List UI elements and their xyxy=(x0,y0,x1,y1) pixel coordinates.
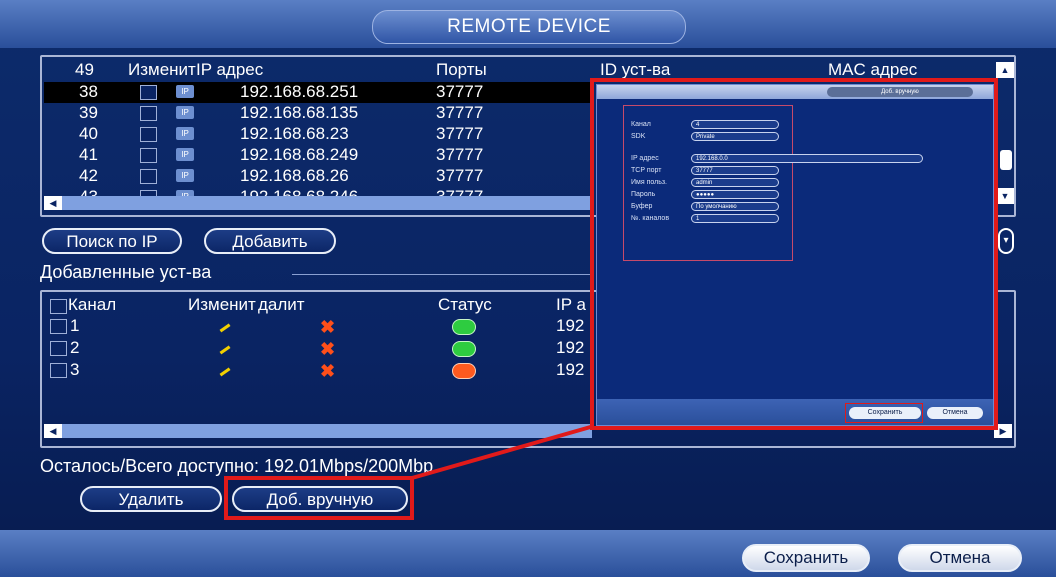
annotation-connector-line xyxy=(411,424,595,480)
annotation-connector xyxy=(411,424,595,480)
